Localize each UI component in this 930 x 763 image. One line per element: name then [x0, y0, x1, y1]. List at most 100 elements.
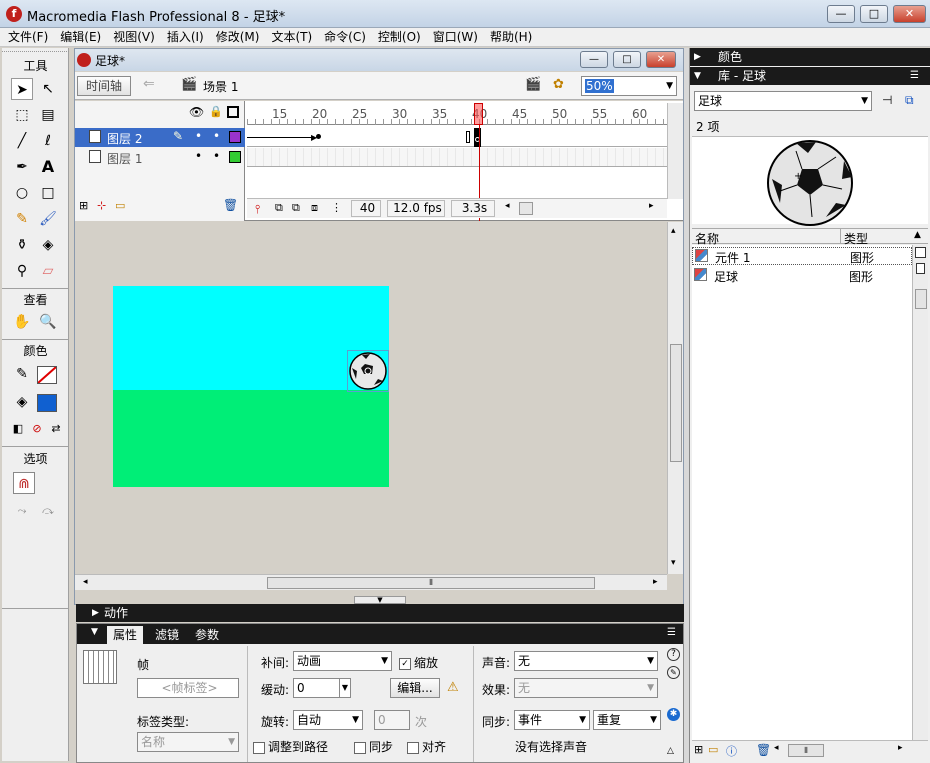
fill-color-swatch[interactable]	[37, 394, 57, 412]
pen-tool-icon[interactable]: ✒	[11, 156, 33, 178]
center-frame-icon[interactable]: ⫯	[255, 202, 260, 217]
library-vscroll[interactable]	[912, 245, 928, 743]
library-vscroll-thumb[interactable]	[915, 289, 927, 309]
library-select[interactable]: 足球 ▼	[694, 91, 872, 111]
tab-properties[interactable]: 属性	[107, 626, 144, 644]
layer-outline-color[interactable]	[229, 131, 241, 143]
menu-window[interactable]: 窗口(W)	[425, 28, 482, 47]
lasso-tool-icon[interactable]: ℓ	[37, 130, 59, 152]
zoom-tool-icon[interactable]: 🔍	[37, 311, 59, 333]
straighten-icon[interactable]: ⤼	[37, 500, 59, 522]
arrow-tool-icon[interactable]: ➤	[11, 78, 33, 100]
playhead[interactable]	[474, 103, 483, 125]
layer-row-1[interactable]: 图层 1 • •	[75, 148, 245, 167]
stage-hscroll[interactable]: ⦀ ◂ ▸	[75, 574, 667, 590]
onion-markers-icon[interactable]: ⋮	[331, 201, 342, 214]
menu-control[interactable]: 控制(O)	[370, 28, 425, 47]
timeline-toggle-button[interactable]: 时间轴	[77, 76, 131, 96]
menu-view[interactable]: 视图(V)	[105, 28, 159, 47]
rectangle-tool-icon[interactable]: □	[37, 182, 59, 204]
rotate-select[interactable]: 自动 ▼	[293, 710, 363, 730]
brush-tool-icon[interactable]: 🖌	[37, 208, 59, 230]
menu-commands[interactable]: 命令(C)	[316, 28, 370, 47]
stage-vscroll[interactable]: ▴ ▾	[667, 222, 683, 574]
doc-maximize-button[interactable]: □	[613, 51, 641, 68]
snap-magnet-icon[interactable]: ⋒	[13, 472, 35, 494]
scale-checkbox[interactable]: ✓ 缩放	[399, 654, 438, 671]
scene-label[interactable]: 场景 1	[203, 78, 238, 95]
zoom-field[interactable]: 50% ▼	[581, 76, 677, 96]
library-panel-header[interactable]: ▼ 库 - 足球 ☰	[690, 67, 930, 85]
doc-close-button[interactable]: ✕	[646, 51, 676, 68]
edit-scene-icon[interactable]: 🎬	[525, 77, 541, 92]
edit-icon[interactable]: ✎	[667, 666, 680, 679]
onion-outline-icon[interactable]: ⧉	[292, 201, 300, 215]
tween-select[interactable]: 动画 ▼	[293, 651, 392, 671]
menu-file[interactable]: 文件(F)	[0, 28, 52, 47]
grass-shape[interactable]	[113, 390, 389, 487]
tab-parameters[interactable]: 参数	[189, 626, 225, 644]
scroll-left-icon[interactable]: ◂	[505, 201, 510, 211]
help-icon[interactable]: ?	[667, 648, 680, 661]
tab-filters[interactable]: 滤镜	[149, 626, 185, 644]
panel-menu-icon[interactable]: ☰	[667, 627, 676, 638]
new-symbol-icon[interactable]: ⊞	[694, 743, 703, 756]
outline-icon[interactable]	[227, 106, 239, 118]
snap-checkbox[interactable]: 对齐	[407, 738, 446, 755]
menu-edit[interactable]: 编辑(E)	[52, 28, 105, 47]
panel-collapse-handle[interactable]: ▼	[354, 596, 406, 604]
frame-ruler[interactable]: 15 20 25 30 35 40 45 50 55 60	[247, 103, 667, 125]
new-library-panel-icon[interactable]: ⧉	[905, 93, 914, 108]
minimize-button[interactable]: —	[827, 5, 855, 23]
scroll-left-icon[interactable]: ◂	[774, 743, 779, 753]
collapse-arrow-icon[interactable]: ▼	[91, 627, 98, 637]
maximize-button[interactable]: □	[860, 5, 888, 23]
add-layer-icon[interactable]: ⊞	[79, 199, 88, 212]
frames-layer-1[interactable]	[247, 148, 667, 167]
edit-symbol-icon[interactable]: ✿	[553, 77, 564, 92]
stage-workspace[interactable]	[75, 222, 667, 574]
hand-tool-icon[interactable]: ✋	[11, 311, 33, 333]
collapse-triangle-icon[interactable]: △	[667, 746, 674, 756]
sync-checkbox[interactable]: 同步	[354, 738, 393, 755]
close-button[interactable]: ✕	[893, 5, 926, 23]
scroll-right-icon[interactable]: ▸	[898, 743, 903, 753]
timeline-vscroll[interactable]	[667, 103, 683, 199]
panel-menu-icon[interactable]: ☰	[910, 67, 919, 85]
stage-hscroll-thumb[interactable]: ⦀	[267, 577, 595, 589]
library-item[interactable]: 足球 图形	[692, 267, 912, 285]
fill-transform-tool-icon[interactable]: ▤	[37, 104, 59, 126]
library-hscroll-thumb[interactable]: ⦀	[788, 744, 824, 757]
pencil-tool-icon[interactable]: ✎	[11, 208, 33, 230]
delete-icon[interactable]: 🗑	[756, 743, 771, 757]
sync-sound-select[interactable]: 事件 ▼	[514, 710, 590, 730]
timeline-hscroll-thumb[interactable]	[519, 202, 533, 215]
sound-select[interactable]: 无 ▼	[514, 651, 658, 671]
menu-help[interactable]: 帮助(H)	[482, 28, 536, 47]
smooth-icon[interactable]: ⤳	[11, 500, 33, 522]
pin-library-icon[interactable]: ⊣	[882, 93, 892, 107]
properties-icon[interactable]: ⓘ	[726, 743, 737, 759]
menu-modify[interactable]: 修改(M)	[208, 28, 264, 47]
free-transform-tool-icon[interactable]: ⬚	[11, 104, 33, 126]
eye-icon[interactable]: 👁	[189, 105, 204, 119]
soccer-ball-instance[interactable]	[347, 350, 389, 392]
frame-rate[interactable]: 12.0 fps	[387, 200, 445, 217]
paint-bucket-tool-icon[interactable]: ◈	[37, 234, 59, 256]
line-tool-icon[interactable]: ╱	[11, 130, 33, 152]
ink-bottle-tool-icon[interactable]: ⚱	[11, 234, 33, 256]
warning-icon[interactable]: ⚠	[447, 680, 459, 695]
sort-icon[interactable]: ▲	[914, 230, 921, 240]
layer-row-2[interactable]: 图层 2 ✎ • •	[75, 128, 245, 147]
swap-colors-icon[interactable]: ⇄	[45, 418, 67, 440]
stage-vscroll-thumb[interactable]	[670, 344, 682, 462]
add-folder-icon[interactable]: ▭	[115, 199, 125, 212]
ease-dropdown-icon[interactable]: ▼	[339, 678, 351, 698]
orient-to-path-checkbox[interactable]: 调整到路径	[253, 738, 328, 755]
edit-ease-button[interactable]: 编辑...	[390, 678, 440, 698]
frame-label-input[interactable]: <帧标签>	[137, 678, 239, 698]
back-arrow-icon[interactable]: ⇐	[143, 76, 155, 92]
eraser-tool-icon[interactable]: ▱	[37, 260, 59, 282]
stroke-color-swatch[interactable]	[37, 366, 57, 384]
label-type-select[interactable]: 名称 ▼	[137, 732, 239, 752]
